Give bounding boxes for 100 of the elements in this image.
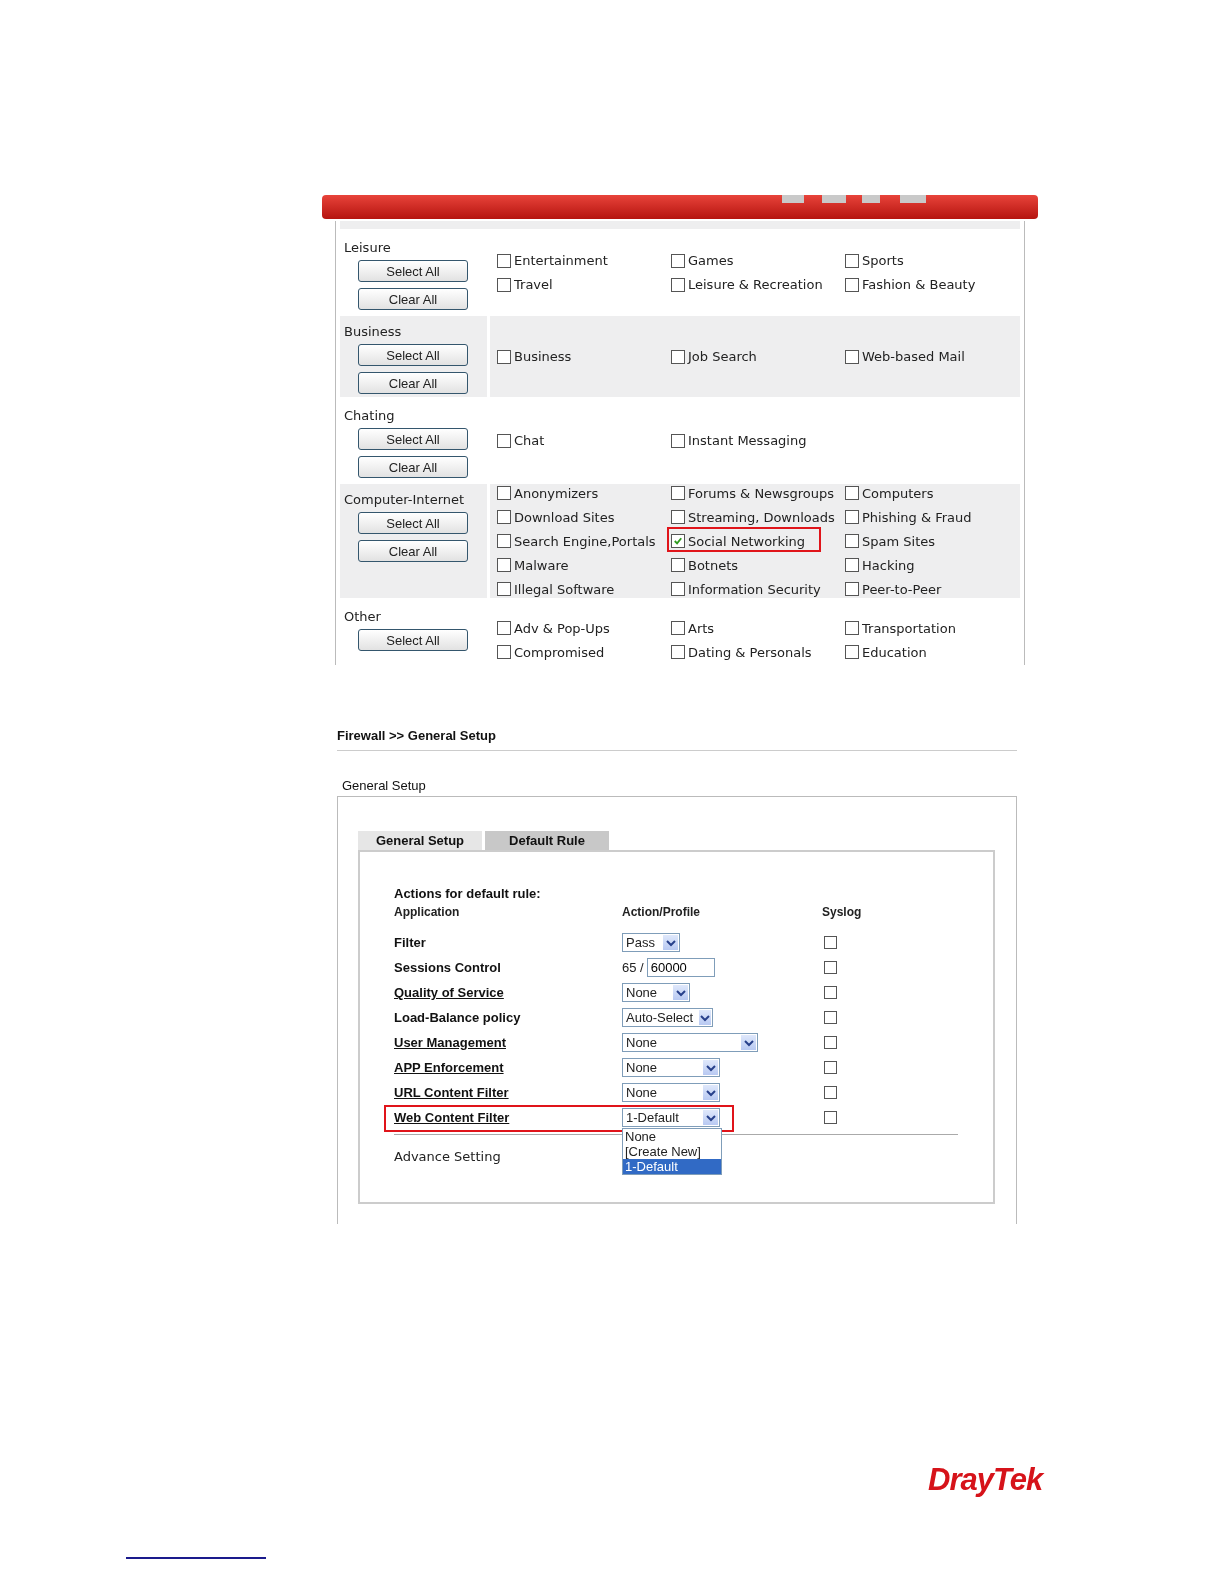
select-button[interactable]: Select All — [358, 428, 468, 450]
checkbox[interactable] — [845, 582, 859, 596]
select-button[interactable]: Clear All — [358, 372, 468, 394]
category-label: Chat — [514, 433, 545, 448]
group-label: Other — [344, 609, 381, 625]
checkbox[interactable] — [824, 936, 837, 949]
checkbox[interactable] — [671, 534, 685, 548]
checkbox[interactable] — [497, 510, 511, 524]
dropdown[interactable]: 1-Default — [622, 1108, 720, 1127]
caret-icon — [703, 1085, 718, 1100]
checkbox[interactable] — [845, 621, 859, 635]
section-title: General Setup — [341, 778, 427, 795]
checkbox[interactable] — [671, 510, 685, 524]
session-limit-field[interactable]: 60000 — [646, 958, 715, 977]
checkbox[interactable] — [497, 433, 511, 448]
checkbox[interactable] — [845, 645, 859, 659]
category-label: Instant Messaging — [688, 433, 807, 448]
dropdown[interactable]: Auto-Select — [622, 1008, 713, 1027]
checkbox[interactable] — [824, 986, 837, 999]
caret-icon — [673, 985, 688, 1000]
checkbox[interactable] — [824, 1086, 837, 1099]
checkbox[interactable] — [845, 349, 859, 364]
breadcrumb: Firewall >> General Setup — [337, 728, 1017, 751]
column-header: Application — [394, 905, 461, 921]
checkbox[interactable] — [671, 433, 685, 448]
checkbox[interactable] — [845, 486, 859, 500]
checkbox[interactable] — [671, 645, 685, 659]
checkbox[interactable] — [671, 558, 685, 572]
setting-link[interactable]: User Management — [394, 1035, 506, 1050]
tab[interactable]: General Setup — [358, 831, 482, 850]
checkbox[interactable] — [497, 621, 511, 635]
checkbox[interactable] — [671, 277, 685, 292]
dropdown[interactable]: None — [622, 1058, 720, 1077]
category-label: Education — [862, 644, 927, 660]
checkbox[interactable] — [497, 645, 511, 659]
select-button[interactable]: Clear All — [358, 456, 468, 478]
checkbox[interactable] — [497, 349, 511, 364]
checkbox[interactable] — [845, 534, 859, 548]
select-button[interactable]: Select All — [358, 629, 468, 651]
category-label: Computers — [862, 485, 934, 501]
select-button[interactable]: Select All — [358, 512, 468, 534]
checkbox[interactable] — [845, 510, 859, 524]
category-label: Leisure & Recreation — [688, 277, 823, 292]
group-label: Chating — [344, 408, 395, 424]
dropdown[interactable]: None — [622, 983, 690, 1002]
setting-link[interactable]: Web Content Filter — [394, 1110, 510, 1125]
category-label: Adv & Pop-Ups — [514, 620, 610, 636]
category-label: Streaming, Downloads — [688, 509, 835, 525]
category-label: Sports — [862, 253, 904, 268]
dropdown[interactable]: None — [622, 1033, 758, 1052]
category-label: Dating & Personals — [688, 644, 812, 660]
setting-link[interactable]: Quality of Service — [394, 985, 504, 1000]
checkbox[interactable] — [824, 1036, 837, 1049]
dropdown-option[interactable]: 1-Default — [623, 1159, 721, 1174]
category-label: Business — [514, 349, 572, 364]
category-label: Job Search — [688, 349, 757, 364]
logo: DrayTek — [928, 1462, 1043, 1498]
category-label: Social Networking — [688, 533, 806, 549]
checkbox[interactable] — [497, 253, 511, 268]
checkbox[interactable] — [497, 558, 511, 572]
checkbox[interactable] — [845, 253, 859, 268]
tab[interactable]: Default Rule — [485, 831, 609, 850]
dropdown[interactable]: Pass — [622, 933, 680, 952]
category-label: Hacking — [862, 557, 915, 573]
checkbox[interactable] — [497, 582, 511, 596]
setting-link[interactable]: APP Enforcement — [394, 1060, 504, 1075]
dropdown-option[interactable]: None — [623, 1129, 721, 1144]
checkbox[interactable] — [671, 621, 685, 635]
dropdown[interactable]: None — [622, 1083, 720, 1102]
select-button[interactable]: Select All — [358, 260, 468, 282]
caret-icon — [741, 1035, 756, 1050]
setting-label: Load-Balance policy — [394, 1010, 521, 1025]
checkbox[interactable] — [497, 534, 511, 548]
checkbox[interactable] — [671, 582, 685, 596]
checkbox[interactable] — [671, 486, 685, 500]
caret-icon — [663, 935, 678, 950]
select-button[interactable]: Clear All — [358, 540, 468, 562]
checkbox[interactable] — [845, 558, 859, 572]
setting-link[interactable]: URL Content Filter — [394, 1085, 509, 1100]
category-label: Anonymizers — [514, 485, 599, 501]
group-label: Business — [344, 324, 402, 340]
checkbox[interactable] — [671, 253, 685, 268]
dropdown-option[interactable]: [Create New] — [623, 1144, 721, 1159]
checkbox[interactable] — [824, 1061, 837, 1074]
checkbox[interactable] — [824, 1011, 837, 1024]
column-header: Syslog — [822, 905, 863, 921]
column-header: Action/Profile — [622, 905, 701, 921]
checkbox[interactable] — [824, 1111, 837, 1124]
setting-label: Filter — [394, 935, 426, 950]
category-label: Games — [688, 253, 734, 268]
checkbox[interactable] — [845, 277, 859, 292]
category-label: Information Security — [688, 581, 821, 597]
checkbox[interactable] — [497, 486, 511, 500]
category-label: Search Engine,Portals — [514, 533, 656, 549]
session-count: 65 / — [622, 960, 644, 975]
checkbox[interactable] — [824, 961, 837, 974]
select-button[interactable]: Clear All — [358, 288, 468, 310]
select-button[interactable]: Select All — [358, 344, 468, 366]
checkbox[interactable] — [497, 277, 511, 292]
checkbox[interactable] — [671, 349, 685, 364]
